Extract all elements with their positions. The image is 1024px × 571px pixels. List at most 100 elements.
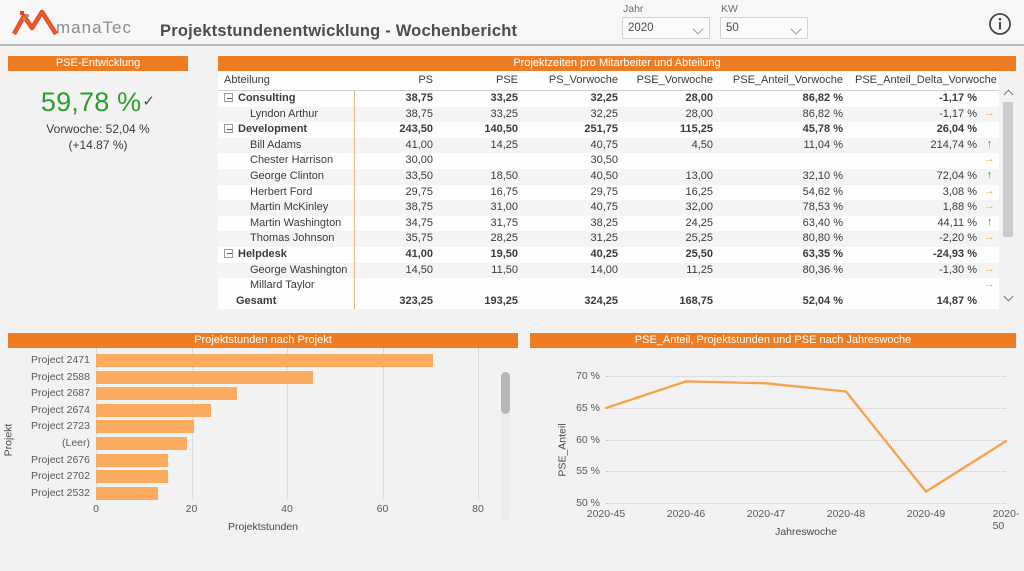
bar-item[interactable]: Project 2687 bbox=[8, 385, 518, 402]
chevron-down-icon bbox=[694, 25, 703, 34]
bar-fill[interactable] bbox=[96, 437, 187, 450]
cell-ps: 35,75 bbox=[354, 231, 439, 247]
cell-ps_vw: 30,50 bbox=[524, 153, 624, 169]
bar-fill[interactable] bbox=[96, 354, 433, 367]
collapse-expander-icon[interactable] bbox=[224, 124, 233, 134]
cell-ps: 243,50 bbox=[354, 122, 439, 138]
cell-ps_vw: 251,75 bbox=[524, 122, 624, 138]
bar-item[interactable]: Project 2532 bbox=[8, 485, 518, 502]
table-row[interactable]: Martin McKinley 38,75 31,00 40,75 32,00 78,53… bbox=[218, 200, 999, 216]
scroll-up-arrow-icon[interactable] bbox=[1001, 86, 1015, 100]
bar-fill[interactable] bbox=[96, 387, 237, 401]
bar-fill[interactable] bbox=[96, 470, 168, 484]
col-abteilung[interactable]: Abteilung bbox=[218, 71, 354, 91]
table-row[interactable]: George Clinton 33,50 18,50 40,50 13,00 32,10 … bbox=[218, 168, 999, 185]
bar-item[interactable]: Project 2723 bbox=[8, 418, 518, 435]
bar-fill[interactable] bbox=[96, 420, 194, 434]
projektstunden-bar-panel: Projektstunden nach Projekt Projekt Proj… bbox=[2, 333, 518, 565]
cell-delta-vw: 72,04 % ↑ bbox=[849, 168, 999, 185]
cell-pse: 140,50 bbox=[439, 122, 524, 138]
col-ps-vorwoche[interactable]: PS_Vorwoche bbox=[524, 71, 624, 91]
filter-jahr-label: Jahr bbox=[623, 3, 644, 15]
cell-pse: 14,25 bbox=[439, 137, 524, 154]
bar-chart-scroll-thumb[interactable] bbox=[501, 372, 510, 414]
table-row[interactable]: Gesamt 323,25 193,25 324,25 168,75 52,04 % 14,… bbox=[218, 293, 999, 310]
row-name-cell: Thomas Johnson bbox=[218, 231, 355, 247]
bar-fill[interactable] bbox=[96, 486, 159, 500]
table-row[interactable]: Lyndon Arthur 38,75 33,25 32,25 28,00 86,82 %… bbox=[218, 106, 999, 123]
table-scrollbar[interactable] bbox=[1001, 86, 1015, 304]
bar-item[interactable]: (Leer) bbox=[8, 435, 518, 452]
bar-item[interactable]: Project 2471 bbox=[8, 352, 518, 369]
cell-ps: 33,50 bbox=[354, 168, 439, 185]
x-tick-label: 20 bbox=[185, 503, 198, 515]
pse-kpi-value: 59,78 % bbox=[40, 87, 142, 117]
table-scroll-track[interactable] bbox=[1003, 102, 1013, 288]
cell-pse: 18,50 bbox=[439, 168, 524, 185]
table-row[interactable]: Martin Washington 34,75 31,75 38,25 24,25 63,… bbox=[218, 215, 999, 232]
jahr-select[interactable]: 2020 bbox=[622, 17, 710, 39]
cell-ps: 34,75 bbox=[354, 215, 439, 232]
col-ps[interactable]: PS bbox=[354, 71, 439, 91]
cell-pse: 33,25 bbox=[439, 89, 524, 107]
bar-chart-scrollbar[interactable] bbox=[501, 372, 510, 520]
table-row[interactable]: Herbert Ford 29,75 16,75 29,75 16,25 54,62 % 3… bbox=[218, 184, 999, 201]
pse-kpi-value-row: 59,78 %✓ bbox=[8, 87, 188, 118]
table-row[interactable]: Helpdesk 41,00 19,50 40,25 25,50 63,35 % -24,9… bbox=[218, 246, 999, 263]
bar-fill[interactable] bbox=[96, 370, 314, 384]
info-icon[interactable] bbox=[988, 12, 1012, 36]
row-name-cell: Millard Taylor bbox=[218, 278, 355, 294]
cell-anteil_vw: 80,80 % bbox=[719, 231, 849, 247]
cell-delta-vw: 3,08 % → bbox=[849, 184, 999, 201]
header-divider bbox=[0, 44, 1024, 46]
bar-item[interactable]: Project 2676 bbox=[8, 452, 518, 469]
bar-item[interactable]: Project 2674 bbox=[8, 402, 518, 419]
trend-flat-icon: → bbox=[984, 106, 995, 119]
x-tick-label: 2020-47 bbox=[746, 508, 786, 520]
bar-chart-plot: Projekt Project 2471 Project 2588 Project … bbox=[2, 348, 518, 548]
trend-flat-icon: → bbox=[984, 262, 995, 275]
bar-item[interactable]: Project 2702 bbox=[8, 468, 518, 485]
row-name-cell: Gesamt bbox=[218, 293, 355, 310]
filter-kw: KW 50 bbox=[720, 3, 808, 39]
col-pse-vorwoche[interactable]: PSE_Vorwoche bbox=[624, 71, 719, 91]
x-tick-label: 60 bbox=[376, 503, 389, 515]
cell-delta-vw: 214,74 % ↑ bbox=[849, 137, 999, 154]
table-row[interactable]: Development 243,50 140,50 251,75 115,25 45,78… bbox=[218, 122, 999, 138]
cell-ps: 38,75 bbox=[354, 200, 439, 216]
col-pse[interactable]: PSE bbox=[439, 71, 524, 91]
trend-flat-icon: → bbox=[984, 153, 995, 166]
cell-delta-vw: -1,17 % bbox=[849, 89, 999, 107]
table-row[interactable]: Bill Adams 41,00 14,25 40,75 4,50 11,04 % 214,… bbox=[218, 137, 999, 154]
cell-pse bbox=[439, 278, 524, 294]
cell-delta-vw: -1,30 % → bbox=[849, 262, 999, 279]
col-pse-anteil-delta-vorwoche[interactable]: PSE_Anteil_Delta_Vorwoche bbox=[849, 71, 999, 91]
bar-category-label: Project 2702 bbox=[31, 470, 90, 483]
table-row[interactable]: George Washington 14,50 11,50 14,00 11,25 80,… bbox=[218, 262, 999, 279]
cell-anteil_vw: 11,04 % bbox=[719, 137, 849, 154]
check-icon: ✓ bbox=[142, 93, 156, 110]
trend-up-icon: ↑ bbox=[986, 168, 993, 181]
scroll-down-arrow-icon[interactable] bbox=[1001, 290, 1015, 304]
cell-ps: 30,00 bbox=[354, 153, 439, 169]
collapse-expander-icon[interactable] bbox=[224, 93, 233, 102]
cell-delta-vw: 26,04 % bbox=[849, 122, 999, 138]
kw-select[interactable]: 50 bbox=[720, 17, 808, 39]
trend-flat-icon: → bbox=[984, 278, 995, 291]
table-scroll-thumb[interactable] bbox=[1003, 102, 1013, 237]
collapse-expander-icon[interactable] bbox=[224, 248, 233, 258]
bar-fill[interactable] bbox=[96, 453, 168, 467]
col-pse-anteil-vorwoche[interactable]: PSE_Anteil_Vorwoche bbox=[719, 71, 849, 91]
filter-kw-label: KW bbox=[721, 3, 738, 15]
table-row[interactable]: Consulting 38,75 33,25 32,25 28,00 86,82 % -1,… bbox=[218, 89, 999, 107]
bar-item[interactable]: Project 2588 bbox=[8, 369, 518, 386]
svg-text:manaTec: manaTec bbox=[56, 18, 132, 37]
table-row[interactable]: Chester Harrison 30,00 30,50 → bbox=[218, 153, 999, 169]
cell-delta-vw: → bbox=[849, 278, 999, 294]
cell-anteil_vw: 86,82 % bbox=[719, 106, 849, 123]
bar-fill[interactable] bbox=[96, 403, 211, 417]
cell-delta-vw: 44,11 % ↑ bbox=[849, 215, 999, 232]
table-row[interactable]: Thomas Johnson 35,75 28,25 31,25 25,25 80,80 … bbox=[218, 231, 999, 247]
row-name-cell: Chester Harrison bbox=[218, 153, 355, 169]
table-row[interactable]: Millard Taylor → bbox=[218, 278, 999, 294]
